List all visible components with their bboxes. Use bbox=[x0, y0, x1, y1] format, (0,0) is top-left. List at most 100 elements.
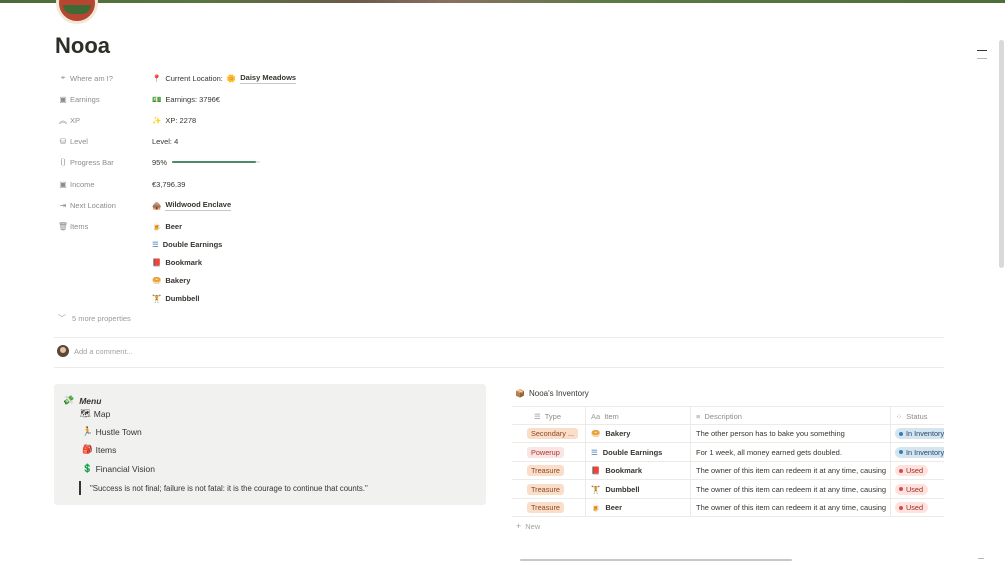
divider bbox=[54, 367, 944, 368]
backpack-icon: 🎒 bbox=[82, 444, 93, 454]
resize-indicator bbox=[978, 558, 984, 559]
property-xp[interactable]: ︽ XP ✨ XP: 2278 bbox=[57, 112, 457, 128]
add-new-row-button[interactable]: + New bbox=[516, 521, 540, 531]
item-description: The owner of this item can redeem it at … bbox=[696, 503, 887, 513]
type-tag: Powerup bbox=[527, 446, 564, 458]
list-icon: ☰ bbox=[534, 411, 541, 421]
table-row[interactable]: Secondary ... 🥯 Bakery The other person h… bbox=[512, 424, 944, 443]
arrow-right-icon: ⇥ bbox=[59, 200, 67, 210]
item-name: Bookmark bbox=[605, 466, 643, 476]
menu-link-map[interactable]: 🗺 Map bbox=[80, 408, 110, 419]
item-name: Beer bbox=[605, 503, 623, 513]
comment-input[interactable]: Add a comment... bbox=[57, 345, 133, 357]
table-of-contents-indicator[interactable] bbox=[977, 50, 987, 66]
property-key: Level bbox=[70, 136, 88, 146]
item-link[interactable]: Double Earnings bbox=[163, 240, 223, 249]
table-row[interactable]: Powerup ☰ Double Earnings For 1 week, all… bbox=[512, 443, 944, 462]
runner-icon: 🏃 bbox=[82, 426, 93, 436]
item-link[interactable]: Bookmark bbox=[165, 258, 202, 267]
progress-bar bbox=[172, 161, 261, 163]
next-location-link[interactable]: Wildwood Enclave bbox=[165, 200, 232, 211]
book-icon: 📕 bbox=[152, 257, 162, 267]
column-header-status[interactable]: ⁘ Status bbox=[890, 407, 944, 426]
item-name: Double Earnings bbox=[602, 447, 663, 457]
property-key: Income bbox=[70, 179, 95, 189]
property-earnings[interactable]: ▣ Earnings 💵 Earnings: 3796€ bbox=[57, 91, 457, 107]
divider bbox=[54, 337, 944, 338]
property-items[interactable]: 🗑 Items 🍺 Beer bbox=[57, 218, 457, 234]
property-key: Next Location bbox=[70, 200, 116, 210]
item-link[interactable]: Dumbbell bbox=[165, 294, 199, 303]
property-key: Where am I? bbox=[70, 73, 113, 83]
menu-link-label: Map bbox=[93, 408, 111, 419]
horizontal-scrollbar[interactable] bbox=[520, 559, 792, 561]
page-title[interactable]: Nooa bbox=[55, 33, 110, 59]
money-icon: ▣ bbox=[59, 179, 67, 189]
status-badge: Used bbox=[895, 465, 929, 477]
avatar bbox=[57, 345, 69, 357]
property-progress-bar[interactable]: ⟮⟯ Progress Bar 95% bbox=[57, 154, 457, 170]
item-row[interactable]: 🏋 Dumbbell bbox=[57, 290, 457, 306]
cabin-icon: 🛖 bbox=[152, 200, 162, 210]
type-tag: Treasure bbox=[527, 465, 564, 477]
property-key: Items bbox=[70, 221, 89, 231]
column-header-description[interactable]: ≡ Description bbox=[690, 407, 890, 426]
page-cover[interactable] bbox=[0, 0, 1005, 3]
menu-link-hustle-town[interactable]: 🏃 Hustle Town bbox=[82, 426, 142, 437]
property-income[interactable]: ▣ Income €3,796.39 bbox=[57, 176, 457, 192]
table-row[interactable]: Treasure 🏋 Dumbbell The owner of this ite… bbox=[512, 480, 944, 499]
property-where-am-i[interactable]: ⌖ Where am I? 📍 Current Location: 🌼 Daisy Me… bbox=[57, 70, 457, 86]
new-row-label: New bbox=[525, 521, 541, 531]
bread-icon: 🥯 bbox=[152, 275, 162, 285]
item-row[interactable]: 📕 Bookmark bbox=[57, 254, 457, 270]
item-link[interactable]: Bakery bbox=[165, 276, 190, 285]
beer-icon: 🍺 bbox=[152, 221, 162, 231]
item-row[interactable]: ☰ Double Earnings bbox=[57, 236, 457, 252]
more-properties-toggle[interactable]: ﹀ 5 more properties bbox=[58, 313, 131, 324]
table-row[interactable]: Treasure 📕 Bookmark The owner of this ite… bbox=[512, 461, 944, 480]
inventory-table: ☰ Type Aa Item ≡ Description ⁘ Status Second… bbox=[512, 406, 944, 518]
table-header: ☰ Type Aa Item ≡ Description ⁘ Status bbox=[512, 406, 944, 426]
item-row[interactable]: 🥯 Bakery bbox=[57, 272, 457, 288]
table-row[interactable]: Treasure 🍺 Beer The owner of this item ca… bbox=[512, 498, 944, 517]
item-description: The other person has to bake you somethi… bbox=[696, 429, 845, 439]
menu-link-label: Items bbox=[95, 444, 117, 455]
pin-icon: 📍 bbox=[152, 73, 162, 83]
inventory-title[interactable]: 📦 Nooa's Inventory bbox=[515, 389, 589, 398]
page-avatar-icon[interactable] bbox=[56, 0, 98, 24]
property-value: Level: 4 bbox=[152, 136, 179, 146]
property-key: XP bbox=[70, 115, 81, 125]
column-header-type[interactable]: ☰ Type bbox=[512, 407, 585, 426]
item-name: Dumbbell bbox=[605, 484, 640, 494]
location-link[interactable]: Daisy Meadows bbox=[240, 73, 297, 84]
item-link[interactable]: Beer bbox=[165, 222, 182, 231]
menu-link-items[interactable]: 🎒 Items bbox=[82, 444, 116, 455]
property-next-location[interactable]: ⇥ Next Location 🛖 Wildwood Enclave bbox=[57, 197, 457, 213]
lines-icon: ≡ bbox=[696, 411, 701, 421]
more-properties-label: 5 more properties bbox=[72, 314, 131, 323]
menu-link-label: Financial Vision bbox=[95, 463, 155, 474]
comment-placeholder: Add a comment... bbox=[74, 346, 133, 356]
callout-title: Menu bbox=[79, 395, 102, 406]
item-description: The owner of this item can redeem it at … bbox=[696, 484, 887, 494]
type-tag: Treasure bbox=[527, 483, 564, 495]
pin-icon: ⌖ bbox=[60, 73, 66, 82]
vertical-scrollbar[interactable] bbox=[999, 40, 1004, 268]
quote-block[interactable]: "Success is not final; failure is not fa… bbox=[79, 481, 368, 495]
dumbbell-icon: 🏋 bbox=[152, 293, 162, 303]
flower-icon: 🌼 bbox=[226, 73, 237, 83]
progress-bar-fill bbox=[172, 161, 256, 163]
type-tag: Treasure bbox=[527, 502, 564, 514]
property-key: Progress Bar bbox=[70, 157, 114, 167]
property-level[interactable]: ⛁ Level Level: 4 bbox=[57, 133, 457, 149]
plus-icon: + bbox=[516, 521, 522, 531]
type-tag: Secondary ... bbox=[527, 428, 578, 440]
chevrons-up-icon: ︽ bbox=[59, 115, 67, 125]
menu-link-financial-vision[interactable]: 💲 Financial Vision bbox=[82, 463, 155, 474]
progress-percent: 95% bbox=[152, 157, 168, 167]
money-icon: ▣ bbox=[59, 94, 67, 104]
column-header-item[interactable]: Aa Item bbox=[585, 407, 690, 426]
property-value: XP: 2278 bbox=[165, 115, 197, 125]
text-icon: Aa bbox=[591, 411, 601, 421]
formula-icon: ⟮⟯ bbox=[60, 157, 66, 166]
